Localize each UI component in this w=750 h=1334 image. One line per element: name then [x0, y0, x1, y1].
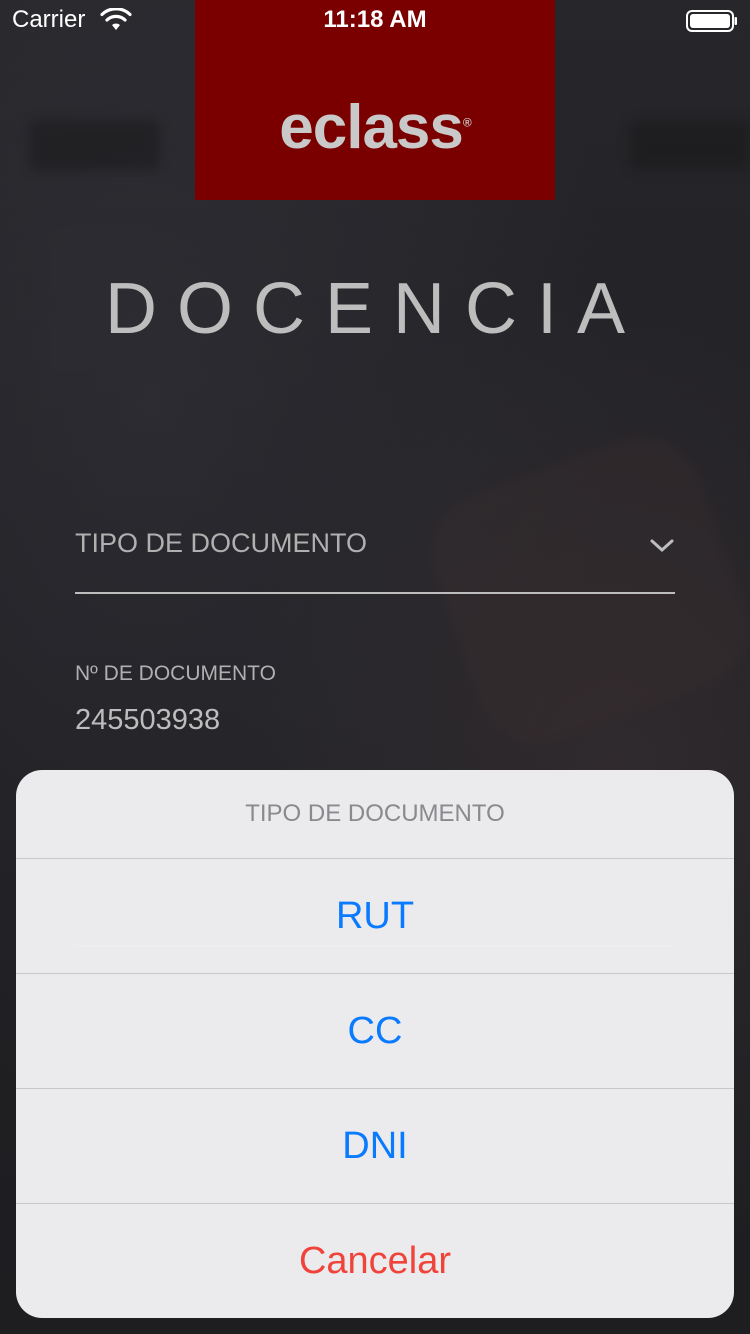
- option-cc[interactable]: CC: [16, 974, 734, 1089]
- logo-text: eclass®: [195, 92, 555, 163]
- login-screen: Carrier 11:18 AM eclass® DOCENCIA TIPO D…: [0, 0, 750, 1334]
- page-title: DOCENCIA: [104, 269, 646, 349]
- doc-type-label: TIPO DE DOCUMENTO: [75, 528, 368, 558]
- option-rut[interactable]: RUT: [16, 859, 734, 974]
- doc-number-label: Nº DE DOCUMENTO: [75, 662, 276, 685]
- background-blur-shape: [630, 120, 750, 170]
- option-dni[interactable]: DNI: [16, 1089, 734, 1204]
- battery-icon: [686, 10, 737, 32]
- chevron-down-icon: [650, 539, 674, 553]
- doc-type-action-sheet: TIPO DE DOCUMENTO RUT CC DNI Cancelar: [16, 770, 734, 1318]
- registered-mark: ®: [462, 115, 472, 130]
- status-bar: Carrier 11:18 AM: [0, 0, 750, 40]
- status-time: 11:18 AM: [323, 6, 427, 33]
- doc-type-select[interactable]: TIPO DE DOCUMENTO: [75, 520, 675, 594]
- background-blur-shape: [30, 120, 160, 170]
- logo-wordmark: eclass: [279, 93, 464, 162]
- doc-number-input[interactable]: 245503938: [75, 704, 220, 737]
- cancel-button[interactable]: Cancelar: [16, 1204, 734, 1318]
- action-sheet-title: TIPO DE DOCUMENTO: [16, 770, 734, 859]
